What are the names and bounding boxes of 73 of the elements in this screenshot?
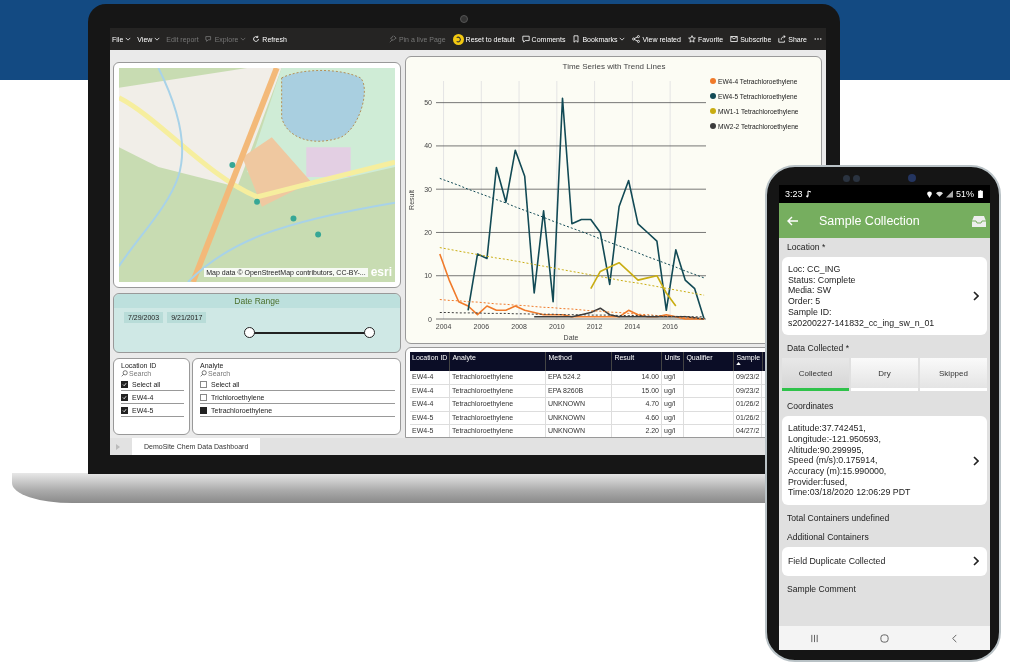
caret-icon [240,37,247,41]
checkbox[interactable] [200,406,207,414]
detail-line: Loc: CC_ING [788,264,842,275]
recent-apps-icon[interactable] [809,633,819,643]
slider-handle[interactable] [243,327,255,338]
caret-icon [125,37,132,41]
detail-line: Order: 5 [788,296,822,307]
detail-line: Media: SW [788,285,833,297]
screen-title: Sample Collection [819,213,921,228]
toolbar-button[interactable] [814,35,822,43]
map-logo: esri [370,265,392,279]
panel-title: Date Range [114,294,400,308]
checkbox[interactable] [200,393,207,401]
section-label: Coordinates [786,400,835,414]
camera-lens [460,15,468,23]
detail-line: Altitude:90.299995, [788,444,865,456]
search-icon [200,370,207,377]
chart-title: Time Series with Trend Lines [562,62,666,71]
detail-line: Accuracy (m):15.990000, [788,466,888,477]
music-note-icon [805,190,812,198]
section-label: Additional Containers [786,531,870,545]
segment-option[interactable]: Dry [851,358,918,392]
detail-card[interactable]: Field Duplicate Collected [782,547,987,576]
bookmark-icon [572,35,581,43]
location-pin-icon [926,190,933,198]
back-arrow-icon[interactable] [787,215,799,226]
sort-arrow-icon [736,362,742,365]
detail-line: Sample ID: [788,306,833,318]
signal-icon [946,190,953,198]
section-label: Sample Comment [786,582,857,596]
detail-line: Longitude:-121.950593, [788,433,882,445]
detail-line: s20200227-141832_cc_ing_sw_n_01 [788,317,936,329]
status-time: 3:23 [785,189,803,199]
checkbox[interactable] [121,380,128,388]
mail-icon [730,35,739,43]
refresh-icon [252,35,261,43]
section-label: Data Collected * [786,342,851,356]
wifi-icon [936,190,943,198]
caret-icon [154,37,161,41]
chevron-right-icon [973,291,979,302]
section-label: Location * [786,241,827,254]
share-icon [778,35,787,43]
battery-level: 51% [956,189,974,199]
checkbox[interactable] [121,393,128,401]
chevron-right-icon [973,455,979,466]
search-icon [121,370,128,377]
slider-handle[interactable] [364,327,376,338]
comment-icon [521,35,530,43]
detail-line: Time:03/18/2020 12:06:29 PDT [788,487,912,499]
section-label: Total Containers undefined [786,512,891,526]
checkbox[interactable] [200,380,207,388]
battery-icon [977,190,984,198]
star-icon [687,35,696,43]
back-icon[interactable] [950,633,960,643]
caret-icon [619,37,626,41]
share-nodes-icon [632,35,641,43]
segment-option[interactable]: Collected [782,358,849,392]
checkbox[interactable] [121,406,128,414]
detail-line: Latitude:37.742451, [788,423,867,434]
detail-line: Field Duplicate Collected [788,556,887,567]
detail-line: Provider:fused, [788,476,849,488]
detail-line: Status: Complete [788,274,857,286]
more-icon [814,35,822,43]
reset-icon [452,33,464,45]
segment-option[interactable]: Skipped [920,358,987,392]
pin-icon [388,35,397,43]
detail-card[interactable]: Loc: CC_ING Status: Complete Media: SW Order: 5 Sample ID: s20200227-141832_cc_ing_sw_n_01 [782,257,987,336]
detail-line: Speed (m/s):0.175914, [788,455,879,467]
detail-card[interactable]: Latitude:37.742451, Longitude:-121.950593, Altitude:90.299995, Speed (m/s):0.175914, Accuracy (m):15.990000, Provider:fused, Time:03/18/2020 12:06:29 PDT [782,416,987,506]
chevron-right-icon [973,556,979,567]
chat-bubble-icon [204,35,213,43]
camera-lens [908,174,916,182]
home-icon[interactable] [880,633,889,643]
